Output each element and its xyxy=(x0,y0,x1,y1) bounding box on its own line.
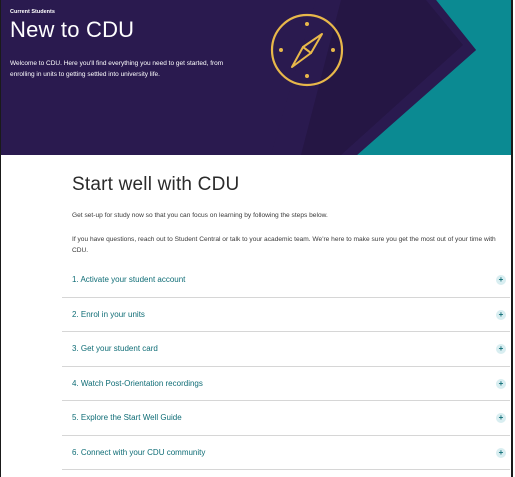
plus-icon[interactable]: + xyxy=(496,447,506,458)
accordion-item-community[interactable]: 6. Connect with your CDU community + xyxy=(62,436,510,470)
hero-description: Welcome to CDU. Here you'll find everyth… xyxy=(10,60,224,78)
plus-icon[interactable]: + xyxy=(496,413,506,423)
accordion-item-label: 3. Get your student card xyxy=(72,344,158,353)
accordion-item-enrol-units[interactable]: 2. Enrol in your units + xyxy=(62,298,510,332)
intro-text: Get set-up for study now so that you can… xyxy=(72,212,328,219)
accordion-item-label: 2. Enrol in your units xyxy=(72,309,145,319)
steps-accordion: 1. Activate your student account + 2. En… xyxy=(62,263,510,470)
plus-icon[interactable]: + xyxy=(496,309,506,320)
accordion-item-label: 6. Connect with your CDU community xyxy=(72,447,206,457)
page-frame: Current Students New to CDU Welcome to C… xyxy=(0,0,513,477)
intro-text-secondary: If you have questions, reach out to Stud… xyxy=(72,236,496,254)
hero-eyebrow: Current Students xyxy=(10,9,55,15)
compass-icon xyxy=(270,13,344,87)
plus-icon[interactable]: + xyxy=(496,275,506,285)
accordion-item-label: 5. Explore the Start Well Guide xyxy=(72,413,182,422)
plus-icon[interactable]: + xyxy=(496,344,506,354)
accordion-item-label: 1. Activate your student account xyxy=(72,275,186,284)
accordion-item-start-well-guide[interactable]: 5. Explore the Start Well Guide + xyxy=(62,401,510,436)
accordion-item-activate-account[interactable]: 1. Activate your student account + xyxy=(62,263,510,298)
plus-icon[interactable]: + xyxy=(496,378,506,389)
page-title: New to CDU xyxy=(10,17,135,42)
section-title: Start well with CDU xyxy=(72,174,240,195)
hero-banner: Current Students New to CDU Welcome to C… xyxy=(1,0,511,155)
accordion-item-orientation-recordings[interactable]: 4. Watch Post-Orientation recordings + xyxy=(62,367,510,401)
accordion-item-student-card[interactable]: 3. Get your student card + xyxy=(62,332,510,367)
accordion-item-label: 4. Watch Post-Orientation recordings xyxy=(72,378,203,388)
